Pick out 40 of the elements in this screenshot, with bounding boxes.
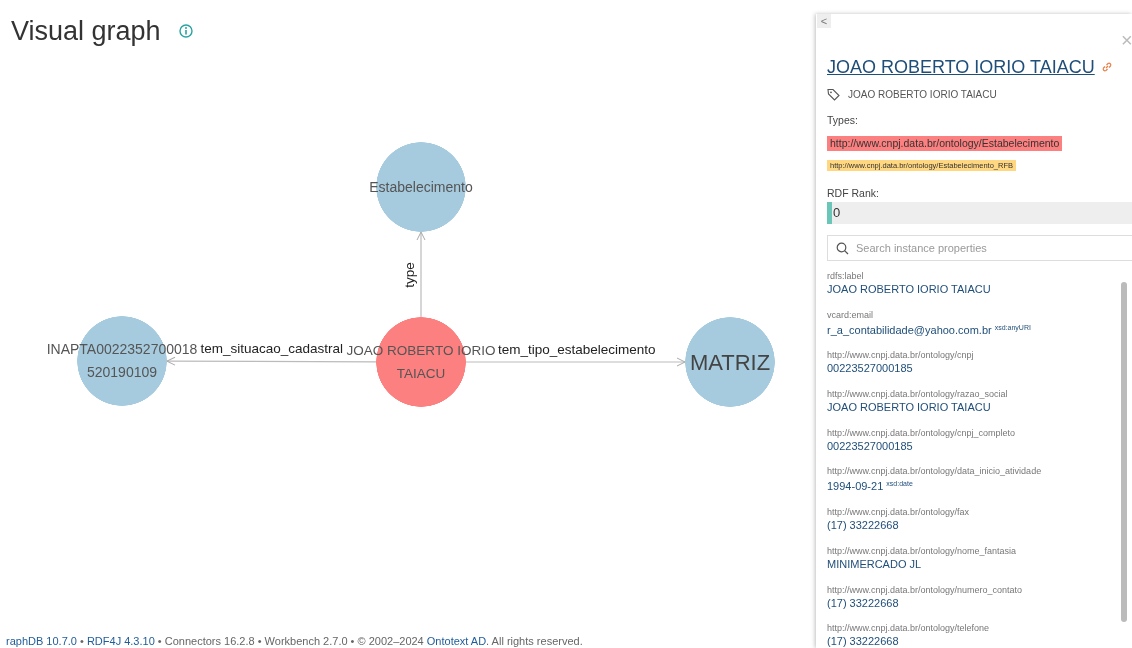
property-name: vcard:email — [827, 308, 874, 321]
property-name: http://www.cnpj.data.br/ontology/data_inicio_atividade — [827, 465, 1043, 478]
property-value: 00223527000185 — [827, 362, 913, 375]
property-value: 1994-09-21 — [827, 480, 884, 493]
footer-link[interactable]: raphDB 10.7.0 — [6, 635, 77, 647]
types-heading: Types: — [827, 114, 859, 127]
type-tag[interactable]: http://www.cnpj.data.br/ontology/Estabelecimento — [827, 136, 1063, 151]
scrollbar[interactable] — [1121, 282, 1127, 622]
property-name: http://www.cnpj.data.br/ontology/fax — [827, 506, 971, 519]
tag-icon — [827, 88, 840, 101]
property-value: JOAO ROBERTO IORIO TAIACU — [827, 283, 991, 295]
property-name: http://www.cnpj.data.br/ontology/cnpj — [827, 349, 975, 362]
resource-label: JOAO ROBERTO IORIO TAIACU — [848, 89, 997, 100]
edge-label: tem_situacao_cadastral — [200, 341, 343, 357]
search-field[interactable]: Search instance properties — [827, 235, 1132, 261]
footer-link[interactable]: RDF4J 4.3.10 — [86, 635, 155, 647]
link-icon[interactable] — [1100, 61, 1113, 73]
property-name: rdfs:label — [827, 270, 865, 282]
property-name: http://www.cnpj.data.br/ontology/numero_contato — [827, 583, 1024, 596]
rank-value: 0 — [833, 205, 841, 220]
footer-text: raphDB 10.7.0 • RDF4J 4.3.10 • Connectors 16.2.8 • Workbench 2.7.0 • © 2002–2024 Ontotext AD. All rights reserved. — [6, 634, 584, 648]
info-icon[interactable] — [178, 24, 193, 38]
property-name: http://www.cnpj.data.br/ontology/nome_fantasia — [827, 544, 1018, 557]
property-value: (17) 33222668 — [827, 596, 899, 609]
property-value: r_a_contabilidade@yahoo.com.br — [827, 323, 992, 336]
property-name: http://www.cnpj.data.br/ontology/cnpj_completo — [827, 426, 1017, 439]
property-name: http://www.cnpj.data.br/ontology/razao_social — [827, 388, 1009, 401]
resource-title-link[interactable]: JOAO ROBERTO IORIO TAIACU — [827, 55, 1095, 79]
rdf-rank-heading: RDF Rank: — [827, 187, 880, 200]
property-value: (17) 33222668 — [827, 519, 899, 532]
property-value: (17) 33222668 — [827, 635, 899, 648]
search-icon — [836, 241, 849, 255]
collapse-button[interactable]: < — [817, 14, 831, 28]
property-value: JOAO ROBERTO IORIO TAIACU — [827, 401, 991, 414]
edge-label: type — [402, 262, 418, 288]
property-name: http://www.cnpj.data.br/ontology/telefone — [827, 622, 991, 635]
edge-label: tem_tipo_estabelecimento — [498, 342, 656, 358]
page-title: Visual graph — [11, 15, 161, 47]
property-value: 00223527000185 — [827, 439, 913, 452]
property-value: MINIMERCADO JL — [827, 557, 922, 570]
